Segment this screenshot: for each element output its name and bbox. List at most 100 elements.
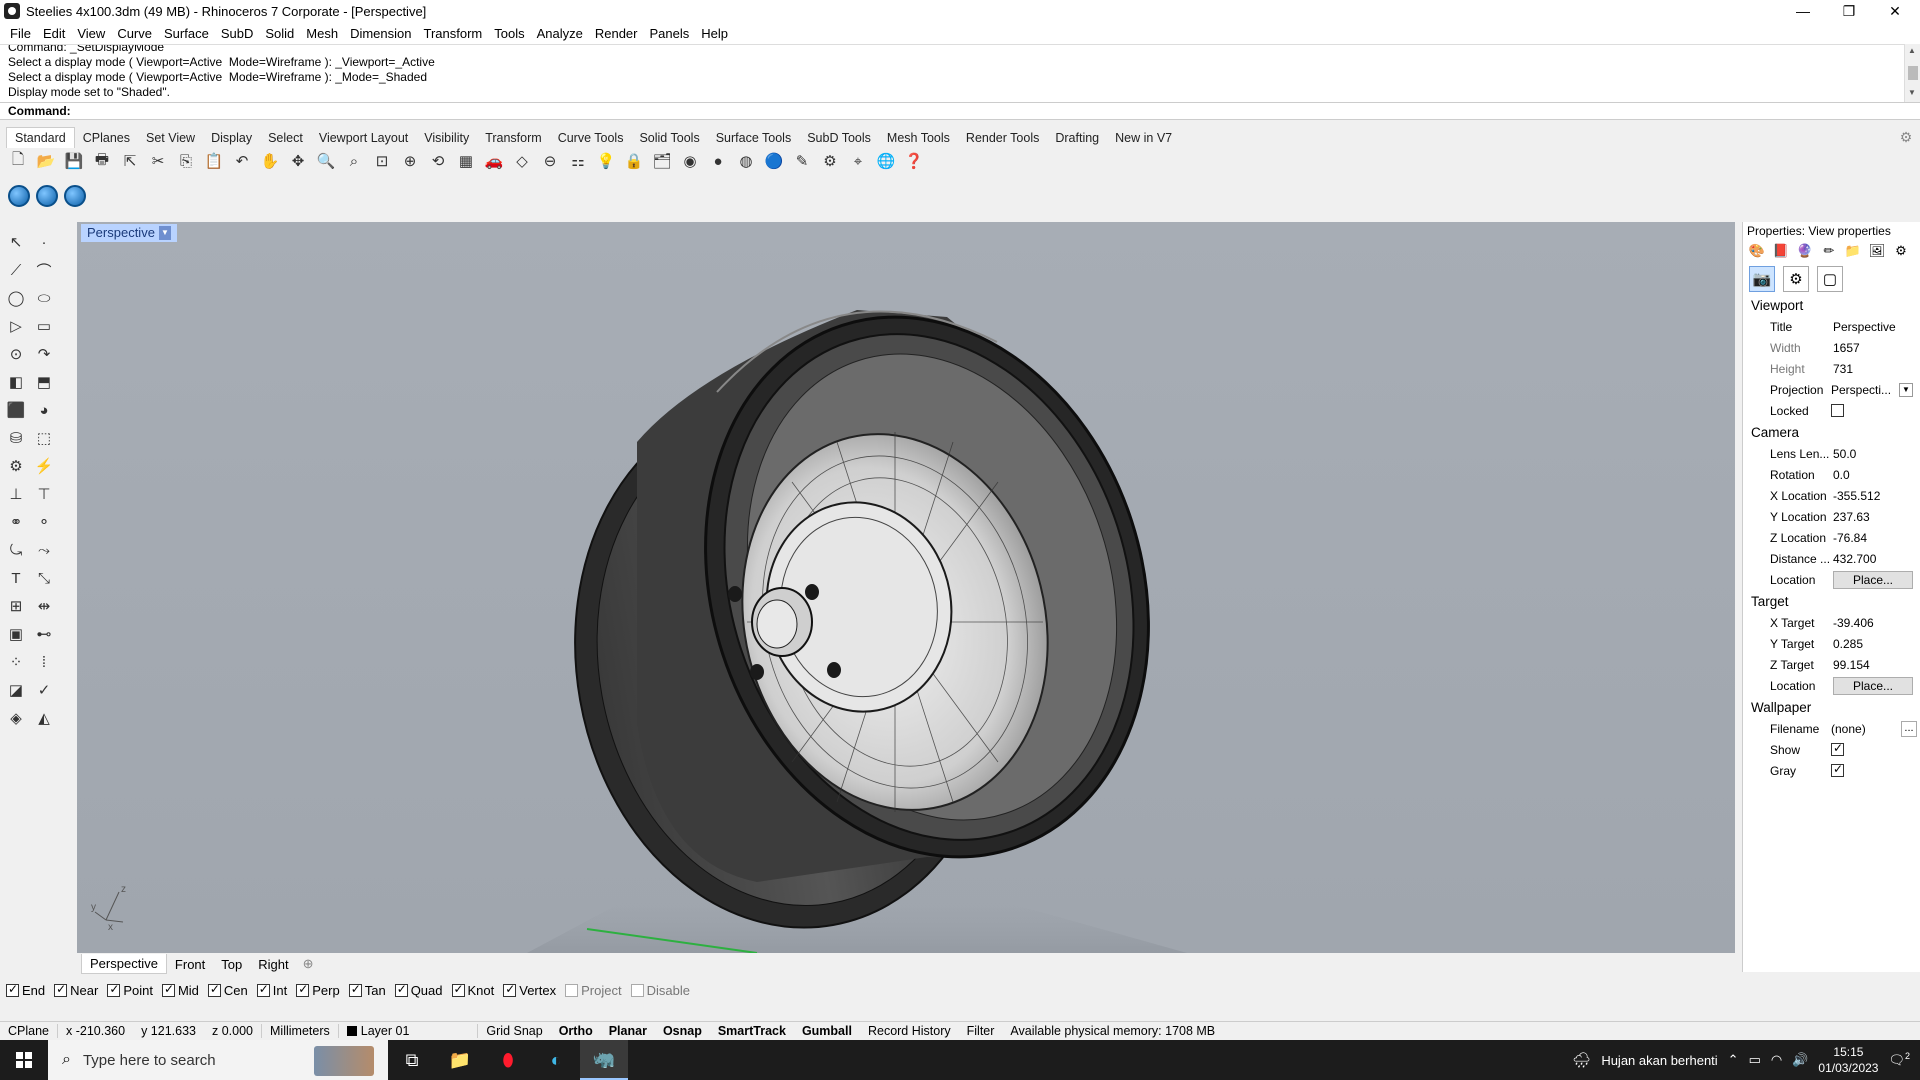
vptab-perspective[interactable]: Perspective [81,954,167,974]
menu-mesh[interactable]: Mesh [300,26,344,41]
prop-yloc-field[interactable]: 237.63 [1831,510,1920,524]
command-input[interactable]: Command: [0,102,1920,120]
split-icon[interactable]: ⊥ [4,482,28,506]
undo-view-icon[interactable]: ⟲ [426,149,450,173]
menu-subd[interactable]: SubD [215,26,260,41]
gear-icon[interactable]: ⚙ [1898,129,1914,145]
rendered-sphere-icon[interactable]: ◍ [734,149,758,173]
menu-render[interactable]: Render [589,26,644,41]
osnap-knot[interactable]: Knot [451,982,494,998]
menu-solid[interactable]: Solid [259,26,300,41]
cylinder-icon[interactable]: ⛁ [4,426,28,450]
ellipse-icon[interactable]: ⬭ [32,286,56,310]
task-view-icon[interactable]: ⧉ [388,1040,436,1080]
viewport-menu-caret-icon[interactable]: ▼ [158,226,171,240]
tab-visibility[interactable]: Visibility [416,128,477,148]
tab-mesh-tools[interactable]: Mesh Tools [879,128,958,148]
menu-edit[interactable]: Edit [37,26,71,41]
vptab-top[interactable]: Top [213,957,250,972]
shaded-sphere-icon[interactable]: ● [706,149,730,173]
tray-chevron-icon[interactable]: ⌃ [1728,1052,1739,1068]
menu-help[interactable]: Help [695,26,734,41]
taskbar-search[interactable]: ⌕ Type here to search [48,1040,388,1080]
battery-icon[interactable]: ▭ [1749,1052,1761,1068]
status-smarttrack[interactable]: SmartTrack [710,1024,794,1038]
status-ortho[interactable]: Ortho [551,1024,601,1038]
pan-hand-icon[interactable]: ✋ [258,149,282,173]
menu-surface[interactable]: Surface [158,26,215,41]
prop-lens-field[interactable]: 50.0 [1831,447,1920,461]
box-icon[interactable]: ⬛ [4,398,28,422]
locked-checkbox[interactable] [1831,404,1844,417]
undo-icon[interactable]: ↶ [230,149,254,173]
paint-icon[interactable]: ◭ [32,706,56,730]
tab-viewport-layout[interactable]: Viewport Layout [311,128,416,148]
osnap-disable[interactable]: Disable [630,983,690,998]
tab-solid-tools[interactable]: Solid Tools [631,128,707,148]
pencil-icon[interactable]: ✏ [1819,242,1839,260]
image-icon[interactable]: 🖼 [1867,242,1887,260]
scale-icon[interactable]: ⤡ [32,566,56,590]
cut-icon[interactable]: ✂ [146,149,170,173]
opera-icon[interactable]: ⬮ [484,1040,532,1080]
plugin-gear-icon-2[interactable] [36,185,58,207]
lightning-icon[interactable]: ⚡ [32,454,56,478]
menu-analyze[interactable]: Analyze [531,26,589,41]
prop-rotation-field[interactable]: 0.0 [1831,468,1920,482]
tab-display[interactable]: Display [203,128,260,148]
boolean-icon[interactable]: ◕ [32,398,56,422]
prop-ytarget-field[interactable]: 0.285 [1831,637,1920,651]
analyze-tool-icon[interactable]: ◪ [4,678,28,702]
zoom-extents-icon[interactable]: ⊡ [370,149,394,173]
prop-ztarget-field[interactable]: 99.154 [1831,658,1920,672]
file-explorer-icon[interactable]: 📁 [436,1040,484,1080]
copy-icon[interactable]: ⎘ [174,149,198,173]
circle-icon[interactable]: ◯ [4,286,28,310]
osnap-project[interactable]: Project [565,983,622,998]
new-file-icon[interactable]: 🗋 [6,149,30,173]
status-filter[interactable]: Filter [959,1024,1003,1038]
dimension-tool-icon[interactable]: ⊷ [32,622,56,646]
menu-curve[interactable]: Curve [111,26,158,41]
four-viewports-icon[interactable]: ▦ [454,149,478,173]
save-icon[interactable]: 💾 [62,149,86,173]
menu-file[interactable]: File [4,26,37,41]
osnap-mid[interactable]: Mid [161,982,199,998]
export-icon[interactable]: ⇱ [118,149,142,173]
zoom-selected-icon[interactable]: ⊕ [398,149,422,173]
prop-xloc-field[interactable]: -355.512 [1831,489,1920,503]
weather-icon[interactable]: 🌧 [1572,1051,1591,1069]
chevron-down-icon[interactable]: ▼ [1899,382,1913,397]
point-icon[interactable]: · [32,230,56,254]
curve-icon[interactable]: ⌒ [32,258,56,282]
prop-distance-field[interactable]: 432.700 [1831,552,1920,566]
checkbox[interactable] [161,982,175,997]
car-icon[interactable]: 🚗 [482,149,506,173]
checkbox[interactable] [503,982,517,997]
light-bulb-icon[interactable]: 💡 [594,149,618,173]
menu-view[interactable]: View [71,26,111,41]
rhino-taskbar-icon[interactable]: 🦏 [580,1040,628,1080]
print-icon[interactable]: 🖶 [90,149,114,173]
layer-icon[interactable]: 🗂 [650,149,674,173]
camera-place-button[interactable]: Place... [1833,570,1913,589]
osnap-tan[interactable]: Tan [348,982,386,998]
checkbox[interactable] [207,982,221,997]
zoom-icon[interactable]: 🔍 [314,149,338,173]
checkbox[interactable] [107,982,121,997]
osnap-vertex[interactable]: Vertex [503,982,556,998]
prop-xtarget-field[interactable]: -39.406 [1831,616,1920,630]
prop-height-field[interactable]: 731 [1831,362,1920,376]
render-tool-icon[interactable]: ◈ [4,706,28,730]
osnap-near[interactable]: Near [54,982,98,998]
checkbox[interactable] [630,983,644,997]
dimension-icon[interactable]: ⌖ [846,149,870,173]
zoom-window-icon[interactable]: ⌕ [342,149,366,173]
osnap-perp[interactable]: Perp [296,982,340,998]
vptab-right[interactable]: Right [250,957,296,972]
clock[interactable]: 15:15 01/03/2023 [1818,1044,1878,1076]
perspective-viewport[interactable]: Perspective ▼ z y x [77,222,1735,953]
vptab-front[interactable]: Front [167,957,213,972]
plugin-refresh-icon[interactable] [64,185,86,207]
text-icon[interactable]: T [4,566,28,590]
